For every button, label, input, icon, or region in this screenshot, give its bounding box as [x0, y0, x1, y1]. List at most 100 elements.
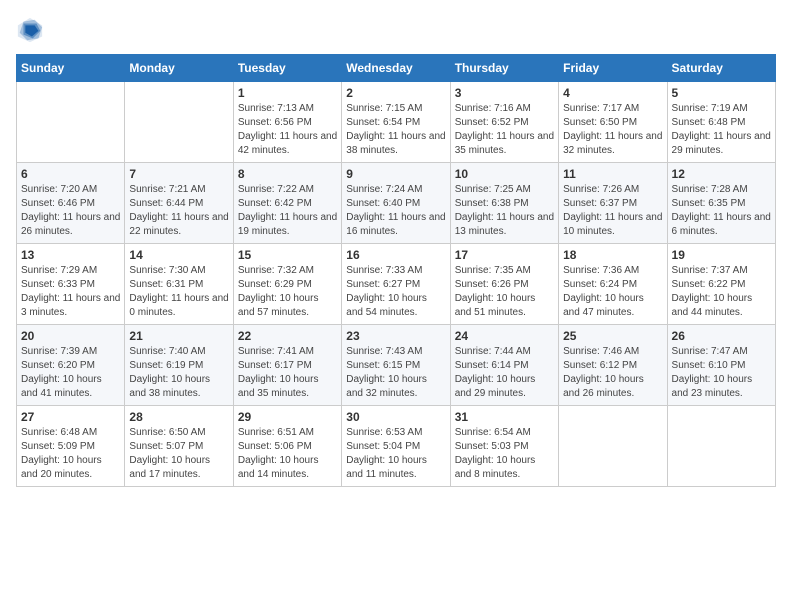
- calendar-week-4: 20 Sunrise: 7:39 AM Sunset: 6:20 PM Dayli…: [17, 325, 776, 406]
- calendar-cell: 23 Sunrise: 7:43 AM Sunset: 6:15 PM Dayli…: [342, 325, 450, 406]
- calendar-cell: 8 Sunrise: 7:22 AM Sunset: 6:42 PM Daylig…: [233, 163, 341, 244]
- calendar-cell: 12 Sunrise: 7:28 AM Sunset: 6:35 PM Dayli…: [667, 163, 775, 244]
- day-info: Sunrise: 7:16 AM Sunset: 6:52 PM Dayligh…: [455, 102, 554, 158]
- day-number: 2: [346, 86, 445, 100]
- calendar-cell: [17, 82, 125, 163]
- logo-icon: [16, 16, 44, 44]
- day-info: Sunrise: 6:54 AM Sunset: 5:03 PM Dayligh…: [455, 426, 554, 482]
- day-number: 29: [238, 410, 337, 424]
- day-info: Sunrise: 6:53 AM Sunset: 5:04 PM Dayligh…: [346, 426, 445, 482]
- calendar-cell: 16Sunrise: 7:33 AM Sunset: 6:27 PM Dayli…: [342, 244, 450, 325]
- calendar-cell: 15 Sunrise: 7:32 AM Sunset: 6:29 PM Dayli…: [233, 244, 341, 325]
- day-number: 13: [21, 248, 120, 262]
- day-number: 3: [455, 86, 554, 100]
- calendar-cell: 5 Sunrise: 7:19 AM Sunset: 6:48 PM Daylig…: [667, 82, 775, 163]
- calendar-cell: 21 Sunrise: 7:40 AM Sunset: 6:19 PM Dayli…: [125, 325, 233, 406]
- header-friday: Friday: [559, 55, 667, 82]
- day-number: 24: [455, 329, 554, 343]
- day-info: Sunrise: 7:46 AM Sunset: 6:12 PM Dayligh…: [563, 345, 662, 401]
- day-number: 8: [238, 167, 337, 181]
- calendar-cell: 18 Sunrise: 7:36 AM Sunset: 6:24 PM Dayli…: [559, 244, 667, 325]
- day-number: 15: [238, 248, 337, 262]
- calendar-cell: 28Sunrise: 6:50 AM Sunset: 5:07 PM Dayli…: [125, 406, 233, 487]
- day-info: Sunrise: 6:51 AM Sunset: 5:06 PM Dayligh…: [238, 426, 337, 482]
- day-info: Sunrise: 7:35 AM Sunset: 6:26 PM Dayligh…: [455, 264, 554, 320]
- day-number: 11: [563, 167, 662, 181]
- day-number: 12: [672, 167, 771, 181]
- day-number: 22: [238, 329, 337, 343]
- day-info: Sunrise: 7:44 AM Sunset: 6:14 PM Dayligh…: [455, 345, 554, 401]
- calendar-cell: 27Sunrise: 6:48 AM Sunset: 5:09 PM Dayli…: [17, 406, 125, 487]
- logo: [16, 16, 48, 44]
- day-number: 16: [346, 248, 445, 262]
- day-number: 4: [563, 86, 662, 100]
- calendar-cell: 2 Sunrise: 7:15 AM Sunset: 6:54 PM Daylig…: [342, 82, 450, 163]
- day-number: 21: [129, 329, 228, 343]
- day-number: 27: [21, 410, 120, 424]
- calendar-cell: 20 Sunrise: 7:39 AM Sunset: 6:20 PM Dayli…: [17, 325, 125, 406]
- calendar-cell: 14Sunrise: 7:30 AM Sunset: 6:31 PM Dayli…: [125, 244, 233, 325]
- header-tuesday: Tuesday: [233, 55, 341, 82]
- page-header: [16, 16, 776, 44]
- day-number: 20: [21, 329, 120, 343]
- day-info: Sunrise: 7:19 AM Sunset: 6:48 PM Dayligh…: [672, 102, 771, 158]
- day-number: 9: [346, 167, 445, 181]
- calendar-cell: 3 Sunrise: 7:16 AM Sunset: 6:52 PM Daylig…: [450, 82, 558, 163]
- calendar-cell: 31 Sunrise: 6:54 AM Sunset: 5:03 PM Dayli…: [450, 406, 558, 487]
- day-info: Sunrise: 7:47 AM Sunset: 6:10 PM Dayligh…: [672, 345, 771, 401]
- day-info: Sunrise: 7:17 AM Sunset: 6:50 PM Dayligh…: [563, 102, 662, 158]
- day-info: Sunrise: 7:21 AM Sunset: 6:44 PM Dayligh…: [129, 183, 228, 239]
- day-info: Sunrise: 7:41 AM Sunset: 6:17 PM Dayligh…: [238, 345, 337, 401]
- calendar-cell: [667, 406, 775, 487]
- day-info: Sunrise: 7:20 AM Sunset: 6:46 PM Dayligh…: [21, 183, 120, 239]
- day-number: 10: [455, 167, 554, 181]
- header-thursday: Thursday: [450, 55, 558, 82]
- day-info: Sunrise: 7:36 AM Sunset: 6:24 PM Dayligh…: [563, 264, 662, 320]
- calendar-cell: 1 Sunrise: 7:13 AM Sunset: 6:56 PM Daylig…: [233, 82, 341, 163]
- header-sunday: Sunday: [17, 55, 125, 82]
- day-info: Sunrise: 7:26 AM Sunset: 6:37 PM Dayligh…: [563, 183, 662, 239]
- header-wednesday: Wednesday: [342, 55, 450, 82]
- day-number: 31: [455, 410, 554, 424]
- calendar-week-2: 6 Sunrise: 7:20 AM Sunset: 6:46 PM Daylig…: [17, 163, 776, 244]
- calendar-week-3: 13 Sunrise: 7:29 AM Sunset: 6:33 PM Dayli…: [17, 244, 776, 325]
- calendar-cell: 22 Sunrise: 7:41 AM Sunset: 6:17 PM Dayli…: [233, 325, 341, 406]
- day-info: Sunrise: 7:39 AM Sunset: 6:20 PM Dayligh…: [21, 345, 120, 401]
- day-info: Sunrise: 7:32 AM Sunset: 6:29 PM Dayligh…: [238, 264, 337, 320]
- calendar-cell: [559, 406, 667, 487]
- calendar-header-row: SundayMondayTuesdayWednesdayThursdayFrid…: [17, 55, 776, 82]
- day-info: Sunrise: 7:15 AM Sunset: 6:54 PM Dayligh…: [346, 102, 445, 158]
- day-number: 23: [346, 329, 445, 343]
- day-number: 18: [563, 248, 662, 262]
- calendar-cell: 29 Sunrise: 6:51 AM Sunset: 5:06 PM Dayli…: [233, 406, 341, 487]
- day-number: 25: [563, 329, 662, 343]
- day-info: Sunrise: 7:43 AM Sunset: 6:15 PM Dayligh…: [346, 345, 445, 401]
- day-info: Sunrise: 7:13 AM Sunset: 6:56 PM Dayligh…: [238, 102, 337, 158]
- day-info: Sunrise: 7:25 AM Sunset: 6:38 PM Dayligh…: [455, 183, 554, 239]
- calendar-week-5: 27Sunrise: 6:48 AM Sunset: 5:09 PM Dayli…: [17, 406, 776, 487]
- day-number: 6: [21, 167, 120, 181]
- header-monday: Monday: [125, 55, 233, 82]
- day-number: 26: [672, 329, 771, 343]
- calendar-table: SundayMondayTuesdayWednesdayThursdayFrid…: [16, 54, 776, 487]
- day-info: Sunrise: 7:30 AM Sunset: 6:31 PM Dayligh…: [129, 264, 228, 320]
- calendar-cell: 19Sunrise: 7:37 AM Sunset: 6:22 PM Dayli…: [667, 244, 775, 325]
- calendar-cell: 25 Sunrise: 7:46 AM Sunset: 6:12 PM Dayli…: [559, 325, 667, 406]
- calendar-cell: 7 Sunrise: 7:21 AM Sunset: 6:44 PM Daylig…: [125, 163, 233, 244]
- day-number: 7: [129, 167, 228, 181]
- calendar-week-1: 1 Sunrise: 7:13 AM Sunset: 6:56 PM Daylig…: [17, 82, 776, 163]
- day-number: 1: [238, 86, 337, 100]
- calendar-cell: 30 Sunrise: 6:53 AM Sunset: 5:04 PM Dayli…: [342, 406, 450, 487]
- calendar-cell: 24 Sunrise: 7:44 AM Sunset: 6:14 PM Dayli…: [450, 325, 558, 406]
- day-number: 30: [346, 410, 445, 424]
- day-number: 17: [455, 248, 554, 262]
- calendar-cell: 26 Sunrise: 7:47 AM Sunset: 6:10 PM Dayli…: [667, 325, 775, 406]
- day-info: Sunrise: 6:50 AM Sunset: 5:07 PM Dayligh…: [129, 426, 228, 482]
- day-info: Sunrise: 7:29 AM Sunset: 6:33 PM Dayligh…: [21, 264, 120, 320]
- calendar-cell: [125, 82, 233, 163]
- day-info: Sunrise: 7:40 AM Sunset: 6:19 PM Dayligh…: [129, 345, 228, 401]
- day-number: 5: [672, 86, 771, 100]
- calendar-cell: 4 Sunrise: 7:17 AM Sunset: 6:50 PM Daylig…: [559, 82, 667, 163]
- day-info: Sunrise: 7:28 AM Sunset: 6:35 PM Dayligh…: [672, 183, 771, 239]
- day-info: Sunrise: 7:22 AM Sunset: 6:42 PM Dayligh…: [238, 183, 337, 239]
